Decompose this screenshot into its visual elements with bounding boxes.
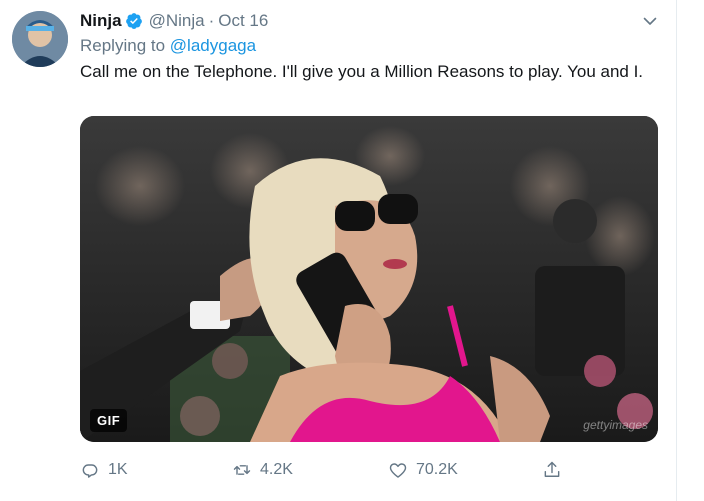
heart-icon — [389, 463, 407, 478]
tweet-header: Ninja @Ninja · Oct 16 — [80, 10, 268, 32]
like-count: 70.2K — [416, 461, 458, 478]
retweet-button[interactable]: 4.2K — [232, 458, 293, 482]
gif-badge: GIF — [90, 409, 128, 432]
tweet-media-gif[interactable]: GIF gettyimages — [80, 116, 658, 442]
timestamp[interactable]: Oct 16 — [218, 11, 268, 31]
avatar[interactable] — [12, 11, 68, 67]
reply-count: 1K — [108, 461, 128, 478]
display-name[interactable]: Ninja — [80, 11, 122, 31]
retweet-icon — [233, 465, 251, 475]
share-icon — [544, 461, 560, 477]
handle[interactable]: @Ninja — [149, 11, 205, 31]
replying-to: Replying to @ladygaga — [80, 36, 256, 56]
header-separator: · — [208, 11, 215, 30]
reply-button[interactable]: 1K — [80, 458, 128, 482]
chevron-down-icon[interactable] — [641, 12, 659, 30]
retweet-count: 4.2K — [260, 461, 293, 478]
tweet-text: Call me on the Telephone. I'll give you … — [80, 62, 644, 81]
media-watermark: gettyimages — [583, 418, 648, 432]
verified-badge-icon — [125, 12, 143, 30]
reply-bubble-icon — [82, 464, 98, 478]
share-button[interactable] — [542, 458, 570, 482]
replying-to-link[interactable]: @ladygaga — [170, 36, 256, 55]
tweet[interactable]: Ninja @Ninja · Oct 16 Replying to @ladyg… — [0, 0, 676, 501]
timeline-border — [676, 0, 677, 501]
like-button[interactable]: 70.2K — [388, 458, 458, 482]
replying-prefix: Replying to — [80, 36, 166, 55]
tweet-actions: 1K 4.2K 70.2K — [80, 458, 580, 482]
